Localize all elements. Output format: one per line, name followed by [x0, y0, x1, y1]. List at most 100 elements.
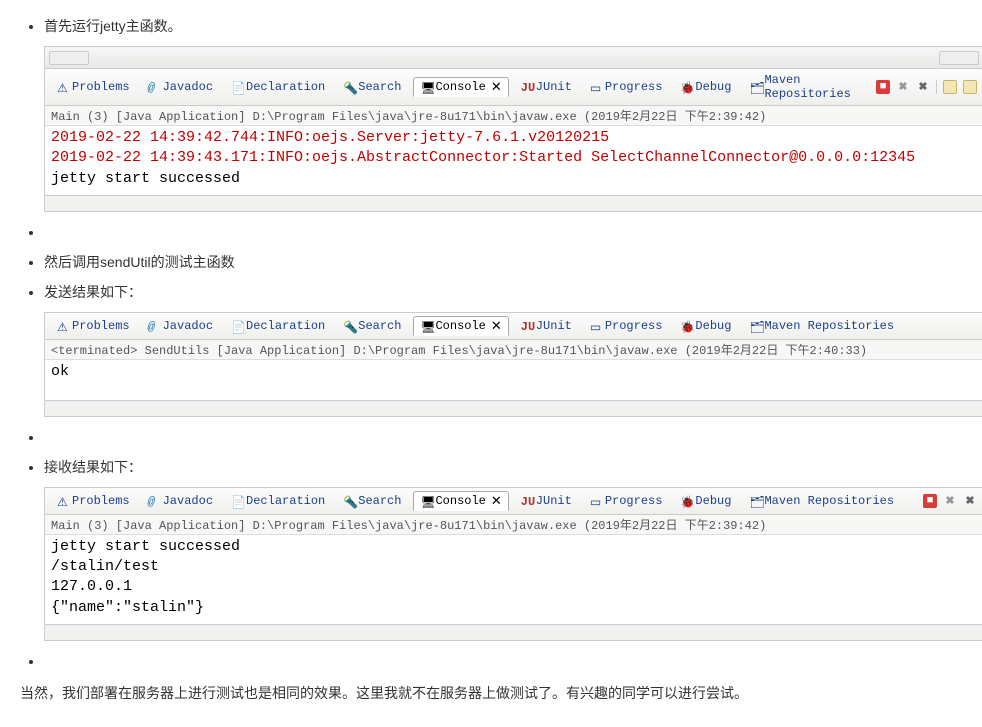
- console-output: ok: [45, 360, 982, 400]
- tab-search[interactable]: 🔦Search: [337, 318, 407, 334]
- tab-progress[interactable]: ▭Progress: [584, 318, 669, 334]
- bug-icon: 🐞: [680, 81, 692, 93]
- tab-progress[interactable]: ▭Progress: [584, 493, 669, 509]
- at-icon: @: [148, 320, 160, 332]
- launch-info: <terminated> SendUtils [Java Application…: [45, 340, 982, 360]
- scroll-lock-icon[interactable]: [943, 80, 957, 94]
- launch-info: Main (3) [Java Application] D:\Program F…: [45, 515, 982, 535]
- tab-debug[interactable]: 🐞Debug: [674, 79, 737, 95]
- pin-console-icon[interactable]: [963, 80, 977, 94]
- console-line: 2019-02-22 14:39:42.744:INFO:oejs.Server…: [51, 129, 609, 146]
- console-line: {"name":"stalin"}: [51, 599, 204, 616]
- tab-debug[interactable]: 🐞Debug: [674, 318, 737, 334]
- warning-icon: ⚠: [57, 495, 69, 507]
- progress-icon: ▭: [590, 320, 602, 332]
- close-tab-icon[interactable]: ✕: [491, 493, 502, 509]
- tab-label: Maven Repositories: [764, 319, 894, 333]
- tab-label: Progress: [605, 494, 663, 508]
- tab-problems[interactable]: ⚠Problems: [51, 318, 136, 334]
- bullet-text: 然后调用sendUtil的测试主函数: [44, 252, 962, 272]
- terminate-button[interactable]: ■: [876, 80, 890, 94]
- console-icon: 🖥: [420, 320, 432, 332]
- remove-all-launches-icon[interactable]: ✖: [963, 494, 977, 508]
- tab-junit[interactable]: JUJUnit: [515, 79, 578, 95]
- tab-search[interactable]: 🔦Search: [337, 493, 407, 509]
- toolbar-right: ■ ✖ ✖: [876, 80, 977, 94]
- console-line: 2019-02-22 14:39:43.171:INFO:oejs.Abstra…: [51, 149, 915, 166]
- tab-label: Search: [358, 319, 401, 333]
- tab-label: JUnit: [536, 319, 572, 333]
- close-tab-icon[interactable]: ✕: [491, 318, 502, 334]
- remove-all-launches-icon[interactable]: ✖: [916, 80, 930, 94]
- tab-javadoc[interactable]: @Javadoc: [142, 318, 219, 334]
- tab-declaration[interactable]: 📄Declaration: [225, 493, 331, 509]
- list-item: 首先运行jetty主函数。 ⚠Problems @Javadoc 📄Declar…: [44, 16, 962, 212]
- tab-label: Declaration: [246, 494, 325, 508]
- tab-declaration[interactable]: 📄Declaration: [225, 79, 331, 95]
- close-tab-icon[interactable]: ✕: [491, 79, 502, 95]
- tab-maven[interactable]: 🗂Maven Repositories: [743, 72, 870, 102]
- tab-junit[interactable]: JUJUnit: [515, 318, 578, 334]
- tab-label: Problems: [72, 494, 130, 508]
- console-icon: 🖥: [420, 495, 432, 507]
- at-icon: @: [148, 495, 160, 507]
- console-icon: 🖥: [420, 81, 432, 93]
- declaration-icon: 📄: [231, 320, 243, 332]
- repository-icon: 🗂: [749, 495, 761, 507]
- tab-console[interactable]: 🖥Console ✕: [413, 77, 508, 97]
- horizontal-scrollbar[interactable]: [45, 400, 982, 416]
- tab-label: Console: [435, 319, 485, 333]
- declaration-icon: 📄: [231, 81, 243, 93]
- tab-progress[interactable]: ▭Progress: [584, 79, 669, 95]
- tab-label: Problems: [72, 319, 130, 333]
- tab-label: Console: [435, 494, 485, 508]
- terminate-button[interactable]: ■: [923, 494, 937, 508]
- bug-icon: 🐞: [680, 320, 692, 332]
- horizontal-scrollbar[interactable]: [45, 195, 982, 211]
- list-item: 然后调用sendUtil的测试主函数: [44, 252, 962, 272]
- search-icon: 🔦: [343, 320, 355, 332]
- list-item: [44, 429, 962, 445]
- tab-maven[interactable]: 🗂Maven Repositories: [743, 318, 900, 334]
- tab-maven[interactable]: 🗂Maven Repositories: [743, 493, 900, 509]
- view-tabbar: ⚠Problems @Javadoc 📄Declaration 🔦Search …: [45, 488, 982, 515]
- panel-header: [45, 47, 982, 69]
- tab-junit[interactable]: JUJUnit: [515, 493, 578, 509]
- tab-declaration[interactable]: 📄Declaration: [225, 318, 331, 334]
- search-icon: 🔦: [343, 81, 355, 93]
- horizontal-scrollbar[interactable]: [45, 624, 982, 640]
- tab-console[interactable]: 🖥Console ✕: [413, 316, 508, 336]
- tab-problems[interactable]: ⚠Problems: [51, 79, 136, 95]
- search-icon: 🔦: [343, 495, 355, 507]
- declaration-icon: 📄: [231, 495, 243, 507]
- console-line: jetty start successed: [51, 538, 240, 555]
- console-line: ok: [51, 363, 69, 380]
- tab-problems[interactable]: ⚠Problems: [51, 493, 136, 509]
- tab-debug[interactable]: 🐞Debug: [674, 493, 737, 509]
- tab-label: Javadoc: [163, 494, 213, 508]
- tab-label: Console: [435, 80, 485, 94]
- tab-label: Debug: [695, 494, 731, 508]
- toolbar-right: ■ ✖ ✖: [923, 494, 977, 508]
- tab-label: Maven Repositories: [764, 494, 894, 508]
- remove-launch-icon[interactable]: ✖: [896, 80, 910, 94]
- tab-label: Maven Repositories: [764, 73, 864, 101]
- list-item: [44, 224, 962, 240]
- tab-javadoc[interactable]: @Javadoc: [142, 79, 219, 95]
- list-item: 接收结果如下： ⚠Problems @Javadoc 📄Declaration …: [44, 457, 962, 641]
- bullet-list: 首先运行jetty主函数。 ⚠Problems @Javadoc 📄Declar…: [20, 16, 962, 669]
- tab-label: Javadoc: [163, 319, 213, 333]
- header-handle-left: [49, 51, 89, 65]
- tab-console[interactable]: 🖥Console ✕: [413, 491, 508, 511]
- remove-launch-icon[interactable]: ✖: [943, 494, 957, 508]
- repository-icon: 🗂: [749, 81, 761, 93]
- console-line: 127.0.0.1: [51, 578, 132, 595]
- console-line: jetty start successed: [51, 170, 240, 187]
- tab-search[interactable]: 🔦Search: [337, 79, 407, 95]
- at-icon: @: [148, 81, 160, 93]
- view-tabbar: ⚠Problems @Javadoc 📄Declaration 🔦Search …: [45, 313, 982, 340]
- tab-label: Declaration: [246, 80, 325, 94]
- tab-label: Debug: [695, 80, 731, 94]
- tab-javadoc[interactable]: @Javadoc: [142, 493, 219, 509]
- console-output: 2019-02-22 14:39:42.744:INFO:oejs.Server…: [45, 126, 982, 195]
